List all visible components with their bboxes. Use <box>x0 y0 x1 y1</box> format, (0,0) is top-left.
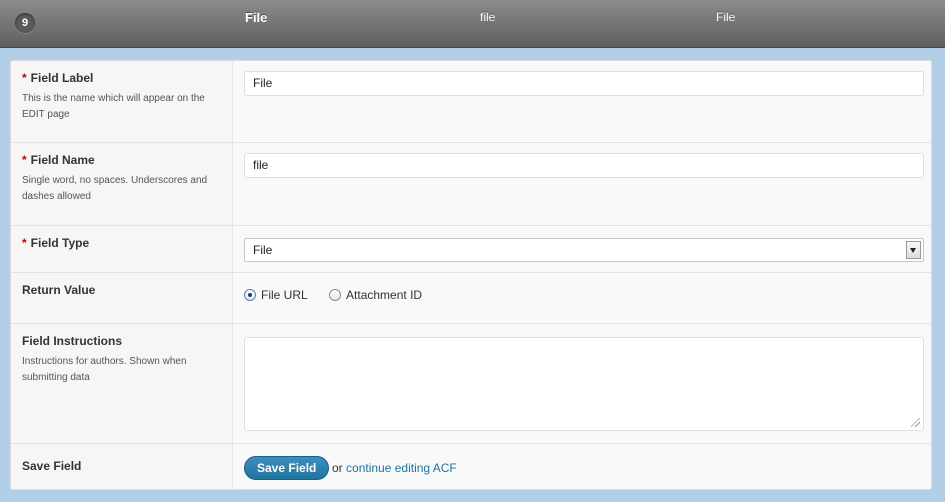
return-value-file-url-option[interactable]: File URL <box>244 288 308 302</box>
field-label-label-cell: * Field Label This is the name which will… <box>11 61 233 142</box>
save-field-label-cell: Save Field <box>11 444 233 489</box>
return-value-label-cell: Return Value <box>11 273 233 323</box>
dropdown-arrow-icon[interactable] <box>906 241 921 259</box>
field-type-row: * Field Type File <box>11 226 931 273</box>
header-field-label[interactable]: File <box>245 10 267 25</box>
return-value-attachment-id-option[interactable]: Attachment ID <box>329 288 422 302</box>
field-label-title: * Field Label <box>22 71 94 85</box>
header-field-type: File <box>716 10 736 24</box>
field-type-selected-value: File <box>253 243 273 257</box>
resize-handle-icon[interactable] <box>911 418 920 427</box>
continue-editing-link[interactable]: continue editing ACF <box>346 461 457 475</box>
field-type-value-cell: File <box>233 226 931 272</box>
field-name-value-cell: file <box>233 143 931 225</box>
field-name-row: * Field Name Single word, no spaces. Unde… <box>11 143 931 226</box>
field-instructions-description: Instructions for authors. Shown when sub… <box>22 356 187 383</box>
save-or-text: or continue editing ACF <box>332 461 457 475</box>
field-instructions-label-cell: Field Instructions Instructions for auth… <box>11 324 233 443</box>
required-asterisk: * <box>22 71 27 85</box>
field-label-input[interactable]: File <box>244 71 924 96</box>
field-header-bar[interactable]: 9 File file File <box>0 0 945 48</box>
required-asterisk: * <box>22 153 27 167</box>
field-name-title: * Field Name <box>22 153 95 167</box>
field-name-input[interactable]: file <box>244 153 924 178</box>
return-value-radio-group: File URL Attachment ID <box>244 287 440 302</box>
field-name-label-cell: * Field Name Single word, no spaces. Unde… <box>11 143 233 225</box>
return-value-row: Return Value File URL Attachment ID <box>11 273 931 324</box>
required-asterisk: * <box>22 236 27 250</box>
save-field-value-cell: Save Field or continue editing ACF <box>233 444 931 489</box>
header-field-name: file <box>480 10 496 24</box>
save-field-button[interactable]: Save Field <box>244 456 330 480</box>
field-order-badge: 9 <box>15 13 35 33</box>
field-instructions-value-cell <box>233 324 931 443</box>
return-value-value-cell: File URL Attachment ID <box>233 273 931 323</box>
save-field-row: Save Field Save Field or continue editin… <box>11 444 931 489</box>
field-label-value-cell: File <box>233 61 931 142</box>
radio-unselected-icon[interactable] <box>329 288 342 301</box>
radio-label: Attachment ID <box>346 287 423 302</box>
save-field-title: Save Field <box>22 459 82 473</box>
radio-selected-icon[interactable] <box>244 288 256 301</box>
field-settings-panel: * Field Label This is the name which will… <box>10 60 932 490</box>
field-label-description: This is the name which will appear on th… <box>22 93 205 120</box>
field-type-title: * Field Type <box>22 236 90 250</box>
field-type-label-cell: * Field Type <box>11 226 233 272</box>
field-instructions-row: Field Instructions Instructions for auth… <box>11 324 931 444</box>
field-name-description: Single word, no spaces. Underscores and … <box>22 175 208 202</box>
field-type-select[interactable]: File <box>244 238 924 262</box>
field-instructions-textarea[interactable] <box>244 337 924 431</box>
field-label-row: * Field Label This is the name which will… <box>11 61 931 143</box>
radio-label: File URL <box>261 287 308 302</box>
return-value-title: Return Value <box>22 283 96 297</box>
field-instructions-title: Field Instructions <box>22 334 123 348</box>
